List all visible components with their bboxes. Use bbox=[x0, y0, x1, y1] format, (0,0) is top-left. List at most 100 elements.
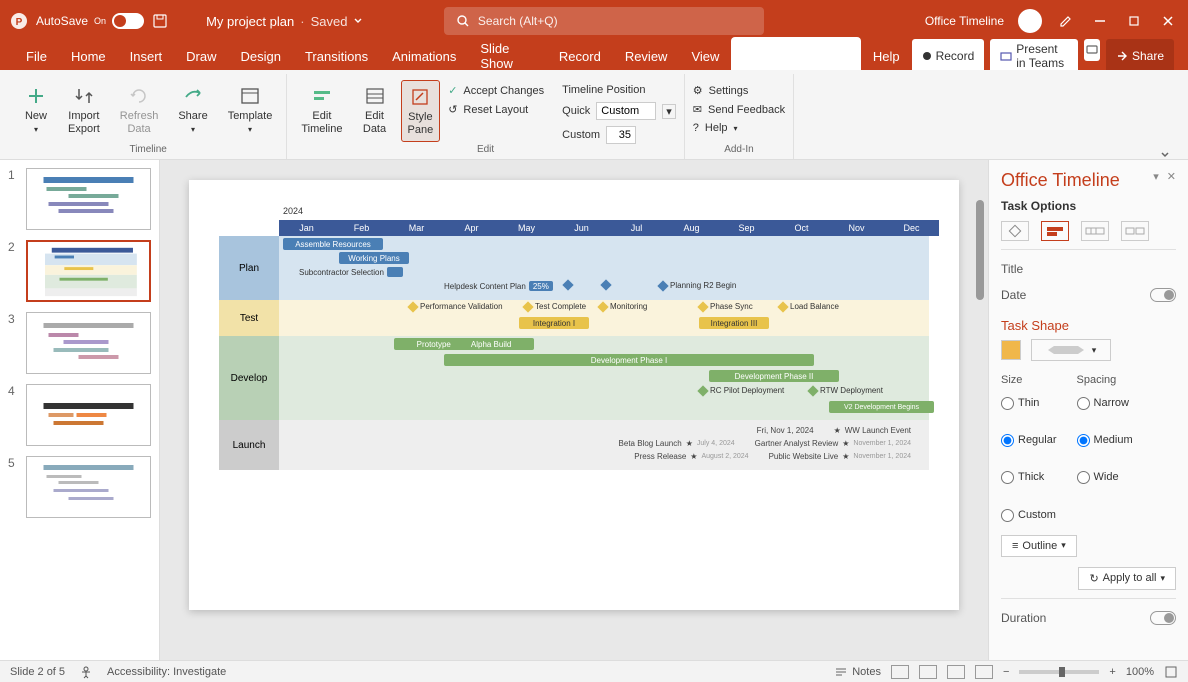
autosave-switch[interactable] bbox=[112, 13, 144, 29]
import-export-button[interactable]: Import Export bbox=[62, 80, 106, 140]
normal-view-icon[interactable] bbox=[891, 665, 909, 679]
slide-content[interactable]: 2024 JanFebMarAprMayJunJulAugSepOctNovDe… bbox=[189, 180, 959, 610]
task-dev-phase-1[interactable]: Development Phase I bbox=[444, 354, 814, 366]
outline-dropdown[interactable]: ≡Outline▾ bbox=[1001, 535, 1077, 557]
task-integration-1[interactable]: Integration I bbox=[519, 317, 589, 329]
tab-transitions[interactable]: Transitions bbox=[293, 45, 380, 68]
tab-view[interactable]: View bbox=[679, 45, 731, 68]
zoom-percent[interactable]: 100% bbox=[1126, 666, 1154, 678]
fit-to-window-icon[interactable] bbox=[1164, 665, 1178, 679]
pencil-icon[interactable] bbox=[1056, 11, 1076, 31]
shape-split[interactable] bbox=[1121, 221, 1149, 241]
radio-wide[interactable]: Wide bbox=[1077, 468, 1133, 487]
minimize-icon[interactable] bbox=[1090, 11, 1110, 31]
duration-toggle[interactable] bbox=[1150, 611, 1176, 625]
comments-button[interactable] bbox=[1084, 39, 1100, 61]
share-timeline-button[interactable]: Share▾ bbox=[172, 80, 213, 139]
zoom-slider[interactable] bbox=[1019, 670, 1099, 674]
share-button[interactable]: Share bbox=[1106, 39, 1174, 73]
quick-dropdown[interactable]: ▾ bbox=[662, 104, 676, 119]
thumbnail-5[interactable]: 5 bbox=[8, 456, 151, 518]
radio-medium[interactable]: Medium bbox=[1077, 431, 1133, 450]
milestone-press[interactable]: Press Release★August 2, 2024 bbox=[634, 452, 748, 461]
style-pane-button[interactable]: Style Pane bbox=[401, 80, 441, 142]
panel-menu-icon[interactable]: ▾ bbox=[1153, 170, 1159, 191]
help-button[interactable]: ?Help▾ bbox=[693, 122, 785, 134]
save-icon[interactable] bbox=[152, 13, 168, 29]
refresh-data-button[interactable]: Refresh Data bbox=[114, 80, 165, 140]
tab-draw[interactable]: Draw bbox=[174, 45, 228, 68]
radio-thin[interactable]: Thin bbox=[1001, 394, 1057, 413]
panel-close-icon[interactable]: ✕ bbox=[1167, 170, 1176, 191]
thumbnail-4[interactable]: 4 bbox=[8, 384, 151, 446]
reset-layout-button[interactable]: ↺Reset Layout bbox=[448, 103, 544, 116]
template-button[interactable]: Template▾ bbox=[222, 80, 279, 139]
milestone-gartner[interactable]: Gartner Analyst Review★November 1, 2024 bbox=[755, 439, 911, 448]
task-working[interactable]: Working Plans bbox=[339, 252, 409, 264]
milestone-rtw[interactable]: RTW Deployment bbox=[809, 386, 883, 395]
quick-select[interactable] bbox=[596, 102, 656, 120]
milestone-phase-sync[interactable]: Phase Sync bbox=[699, 302, 753, 311]
task-v2[interactable]: V2 Development Begins bbox=[829, 401, 934, 413]
slide-counter[interactable]: Slide 2 of 5 bbox=[10, 666, 65, 678]
thumbnail-1[interactable]: 1 bbox=[8, 168, 151, 230]
date-toggle[interactable] bbox=[1150, 288, 1176, 302]
apply-to-all-button[interactable]: ↻Apply to all▾ bbox=[1078, 567, 1176, 590]
milestone-ww-launch[interactable]: ★WW Launch Event bbox=[834, 426, 911, 435]
tab-help[interactable]: Help bbox=[861, 45, 912, 68]
milestone-rc-pilot[interactable]: RC Pilot Deployment bbox=[699, 386, 784, 395]
sorter-view-icon[interactable] bbox=[919, 665, 937, 679]
task-prototype[interactable]: Prototype bbox=[417, 340, 451, 349]
settings-button[interactable]: ⚙Settings bbox=[693, 84, 785, 97]
shape-bar-selected[interactable] bbox=[1041, 221, 1069, 241]
edit-timeline-button[interactable]: Edit Timeline bbox=[295, 80, 348, 140]
vertical-scrollbar[interactable] bbox=[976, 200, 984, 300]
close-icon[interactable] bbox=[1158, 11, 1178, 31]
document-title[interactable]: My project plan · Saved bbox=[206, 14, 363, 29]
custom-input[interactable] bbox=[606, 126, 636, 144]
thumbnail-2[interactable]: 2 bbox=[8, 240, 151, 302]
chevron-down-icon[interactable] bbox=[353, 16, 363, 26]
task-helpdesk[interactable]: Helpdesk Content Plan25% bbox=[444, 281, 553, 291]
milestone-test-complete[interactable]: Test Complete bbox=[524, 302, 586, 311]
shape-diamond[interactable] bbox=[1001, 221, 1029, 241]
tab-review[interactable]: Review bbox=[613, 45, 680, 68]
tab-home[interactable]: Home bbox=[59, 45, 118, 68]
accessibility-status[interactable]: Accessibility: Investigate bbox=[107, 666, 226, 678]
milestone-monitoring[interactable]: Monitoring bbox=[599, 302, 647, 311]
slide-canvas[interactable]: 2024 JanFebMarAprMayJunJulAugSepOctNovDe… bbox=[160, 160, 988, 660]
present-teams-button[interactable]: Present in Teams bbox=[990, 39, 1078, 73]
milestone-public[interactable]: Public Website Live★November 1, 2024 bbox=[769, 452, 911, 461]
shape-progress[interactable] bbox=[1081, 221, 1109, 241]
tab-record[interactable]: Record bbox=[547, 45, 613, 68]
thumbnail-3[interactable]: 3 bbox=[8, 312, 151, 374]
tab-file[interactable]: File bbox=[14, 45, 59, 68]
tab-animations[interactable]: Animations bbox=[380, 45, 468, 68]
radio-regular[interactable]: Regular bbox=[1001, 431, 1057, 450]
milestone-beta[interactable]: Beta Blog Launch★July 4, 2024 bbox=[619, 439, 735, 448]
milestone-planning-r2[interactable]: Planning R2 Begin bbox=[659, 281, 736, 290]
reading-view-icon[interactable] bbox=[947, 665, 965, 679]
title-row[interactable]: Title bbox=[1001, 256, 1176, 282]
task-shape-select[interactable]: ▾ bbox=[1031, 339, 1111, 361]
zoom-in-icon[interactable]: + bbox=[1109, 666, 1115, 678]
tab-insert[interactable]: Insert bbox=[118, 45, 175, 68]
radio-custom-size[interactable]: Custom bbox=[1001, 506, 1057, 525]
tab-design[interactable]: Design bbox=[229, 45, 293, 68]
task-color-swatch[interactable] bbox=[1001, 340, 1021, 360]
task-dev-phase-2[interactable]: Development Phase II bbox=[709, 370, 839, 382]
accept-changes-button[interactable]: ✓Accept Changes bbox=[448, 84, 544, 97]
accessibility-icon[interactable] bbox=[79, 665, 93, 679]
task-assemble[interactable]: Assemble Resources bbox=[283, 238, 383, 250]
restore-icon[interactable] bbox=[1124, 11, 1144, 31]
radio-thick[interactable]: Thick bbox=[1001, 468, 1057, 487]
radio-narrow[interactable]: Narrow bbox=[1077, 394, 1133, 413]
task-integration-3[interactable]: Integration III bbox=[699, 317, 769, 329]
record-button[interactable]: Record bbox=[912, 39, 985, 73]
search-input[interactable]: Search (Alt+Q) bbox=[444, 7, 764, 35]
slideshow-view-icon[interactable] bbox=[975, 665, 993, 679]
avatar[interactable] bbox=[1018, 9, 1042, 33]
edit-data-button[interactable]: Edit Data bbox=[357, 80, 393, 140]
zoom-out-icon[interactable]: − bbox=[1003, 666, 1009, 678]
new-button[interactable]: New▾ bbox=[18, 80, 54, 139]
